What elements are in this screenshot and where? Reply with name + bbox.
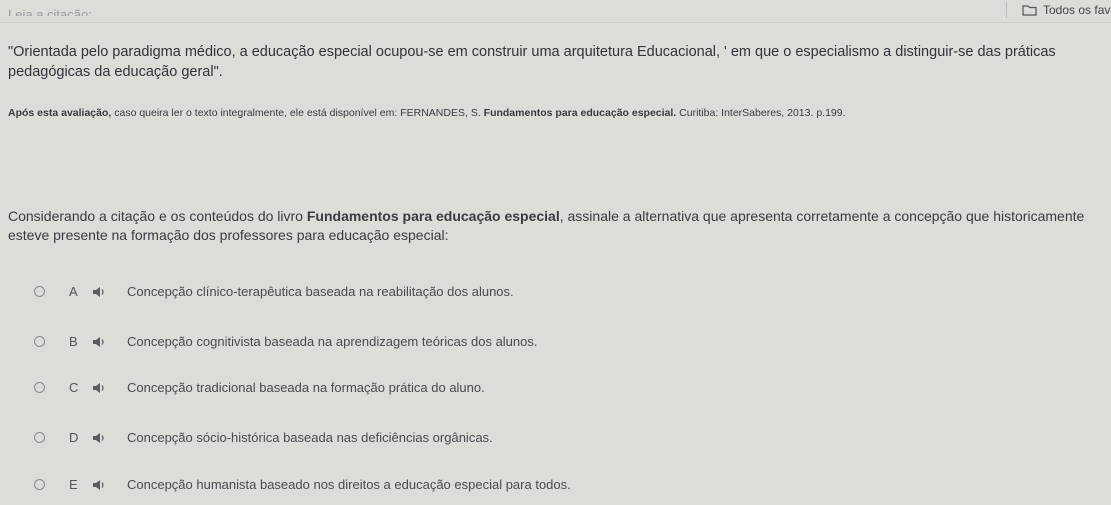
speaker-icon[interactable] (93, 336, 105, 347)
reference-book-title: Fundamentos para educação especial. (483, 107, 677, 119)
option-letter: C (69, 380, 79, 395)
option-e[interactable]: E Concepção humanista baseado nos direit… (34, 477, 571, 492)
option-b[interactable]: B Concepção cognitivista baseada na apre… (34, 334, 537, 349)
bookmarks-divider (1006, 2, 1007, 18)
option-letter: A (69, 284, 78, 299)
speaker-icon[interactable] (93, 382, 105, 393)
folder-icon (1022, 4, 1037, 16)
option-text: Concepção sócio-histórica baseada nas de… (127, 430, 493, 445)
reference-suffix: Curitiba: InterSaberes, 2013. p.199. (676, 107, 846, 119)
option-letter: B (69, 334, 78, 349)
option-text: Concepção cognitivista baseada na aprend… (127, 334, 538, 349)
reference-note: Após esta avaliação, caso queira ler o t… (8, 107, 1108, 119)
radio-icon[interactable] (34, 432, 45, 443)
option-letter: E (69, 477, 78, 492)
option-text: Concepção clínico-terapêutica baseada na… (127, 284, 514, 299)
bookmark-folder-label: Todos os fav (1043, 3, 1111, 17)
radio-icon[interactable] (34, 382, 45, 393)
option-c[interactable]: C Concepção tradicional baseada na forma… (34, 380, 485, 395)
radio-icon[interactable] (34, 479, 45, 490)
reference-prefix: Após esta avaliação, (8, 107, 112, 119)
speaker-icon[interactable] (93, 479, 105, 490)
browser-bookmarks-bar: Leia a citação: Todos os fav (0, 0, 1111, 23)
option-letter: D (69, 430, 79, 445)
reference-middle: caso queira ler o texto integralmente, e… (111, 107, 484, 119)
question-book-title: Fundamentos para educação especial (306, 208, 560, 224)
speaker-icon[interactable] (93, 286, 105, 297)
question-prompt: Considerando a citação e os conteúdos do… (8, 207, 1098, 245)
bookmark-folder-all[interactable]: Todos os fav (1022, 3, 1110, 17)
citation-quote: "Orientada pelo paradigma médico, a educ… (8, 44, 1056, 80)
option-a[interactable]: A Concepção clínico-terapêutica baseada … (34, 284, 514, 299)
radio-icon[interactable] (34, 336, 45, 347)
section-heading: Leia a citação: (8, 7, 92, 16)
question-before: Considerando a citação e os conteúdos do… (8, 208, 307, 224)
option-d[interactable]: D Concepção sócio-histórica baseada nas … (34, 430, 493, 445)
speaker-icon[interactable] (93, 432, 105, 443)
option-text: Concepção humanista baseado nos direitos… (127, 477, 571, 492)
option-text: Concepção tradicional baseada na formaçã… (127, 380, 485, 395)
radio-icon[interactable] (34, 286, 45, 297)
